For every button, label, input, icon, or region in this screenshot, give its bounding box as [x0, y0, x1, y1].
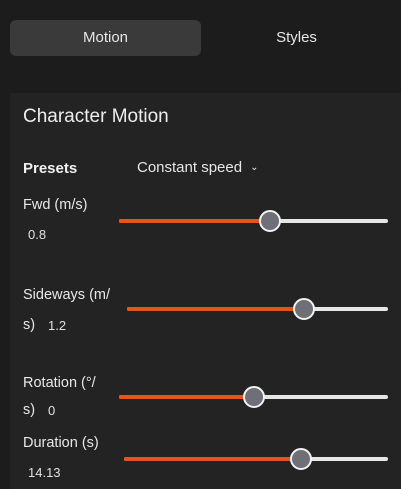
sideways-value: 1.2 — [48, 318, 67, 333]
fwd-label: Fwd (m/s) — [23, 197, 88, 213]
duration-slider[interactable] — [124, 448, 388, 470]
duration-slider-thumb[interactable] — [289, 448, 312, 470]
motion-panel-root: Motion Styles Character Motion Presets C… — [0, 0, 401, 489]
presets-label: Presets — [23, 160, 78, 177]
sideways-slider-thumb[interactable] — [293, 298, 316, 320]
presets-selected-value: Constant speed — [137, 159, 243, 176]
panel-title: Character Motion — [23, 106, 169, 127]
tab-styles[interactable]: Styles — [201, 20, 392, 56]
duration-slider-fill — [124, 457, 301, 461]
tab-bar: Motion Styles — [10, 20, 392, 58]
rotation-slider-thumb[interactable] — [242, 386, 265, 408]
fwd-slider-thumb[interactable] — [258, 210, 281, 232]
sideways-slider[interactable] — [127, 298, 388, 320]
rotation-value: 0 — [48, 403, 56, 418]
character-motion-panel: Character Motion Presets Constant speed ⌄… — [10, 93, 401, 489]
tab-motion[interactable]: Motion — [10, 20, 201, 56]
sideways-label-cont: s) — [23, 317, 36, 333]
duration-label: Duration (s) — [23, 435, 99, 451]
sideways-label: Sideways (m/ — [23, 287, 111, 303]
duration-value: 14.13 — [28, 465, 61, 480]
rotation-slider[interactable] — [119, 386, 388, 408]
rotation-label-cont: s) — [23, 402, 36, 418]
rotation-slider-fill — [119, 395, 254, 399]
sideways-slider-fill — [127, 307, 305, 311]
presets-dropdown[interactable]: Constant speed ⌄ — [137, 159, 258, 176]
fwd-slider-fill — [119, 219, 270, 223]
fwd-value: 0.8 — [28, 227, 47, 242]
chevron-down-icon: ⌄ — [250, 162, 259, 173]
rotation-label: Rotation (°/ — [23, 375, 96, 391]
fwd-slider[interactable] — [119, 210, 388, 232]
